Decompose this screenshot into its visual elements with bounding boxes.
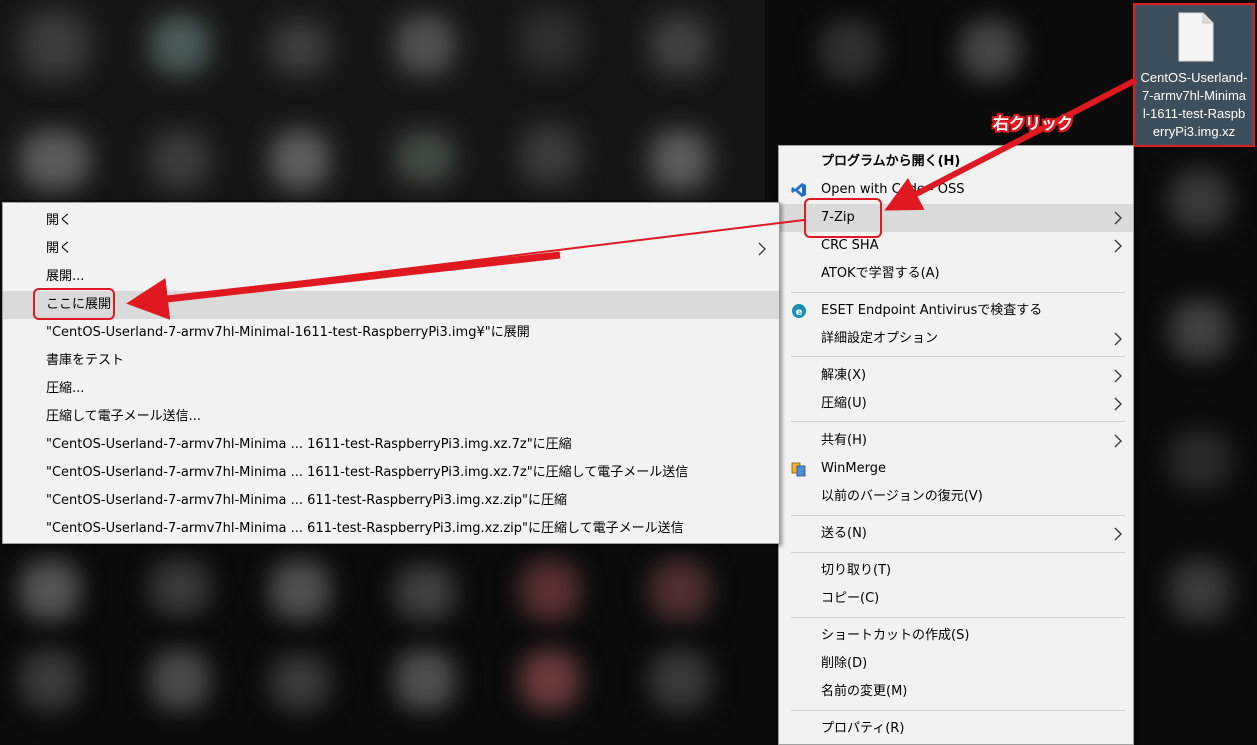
- arrow-from-file: [884, 77, 1138, 211]
- arrow-to-extract-here: [126, 251, 561, 320]
- right-click-label: 右クリック: [993, 114, 1074, 133]
